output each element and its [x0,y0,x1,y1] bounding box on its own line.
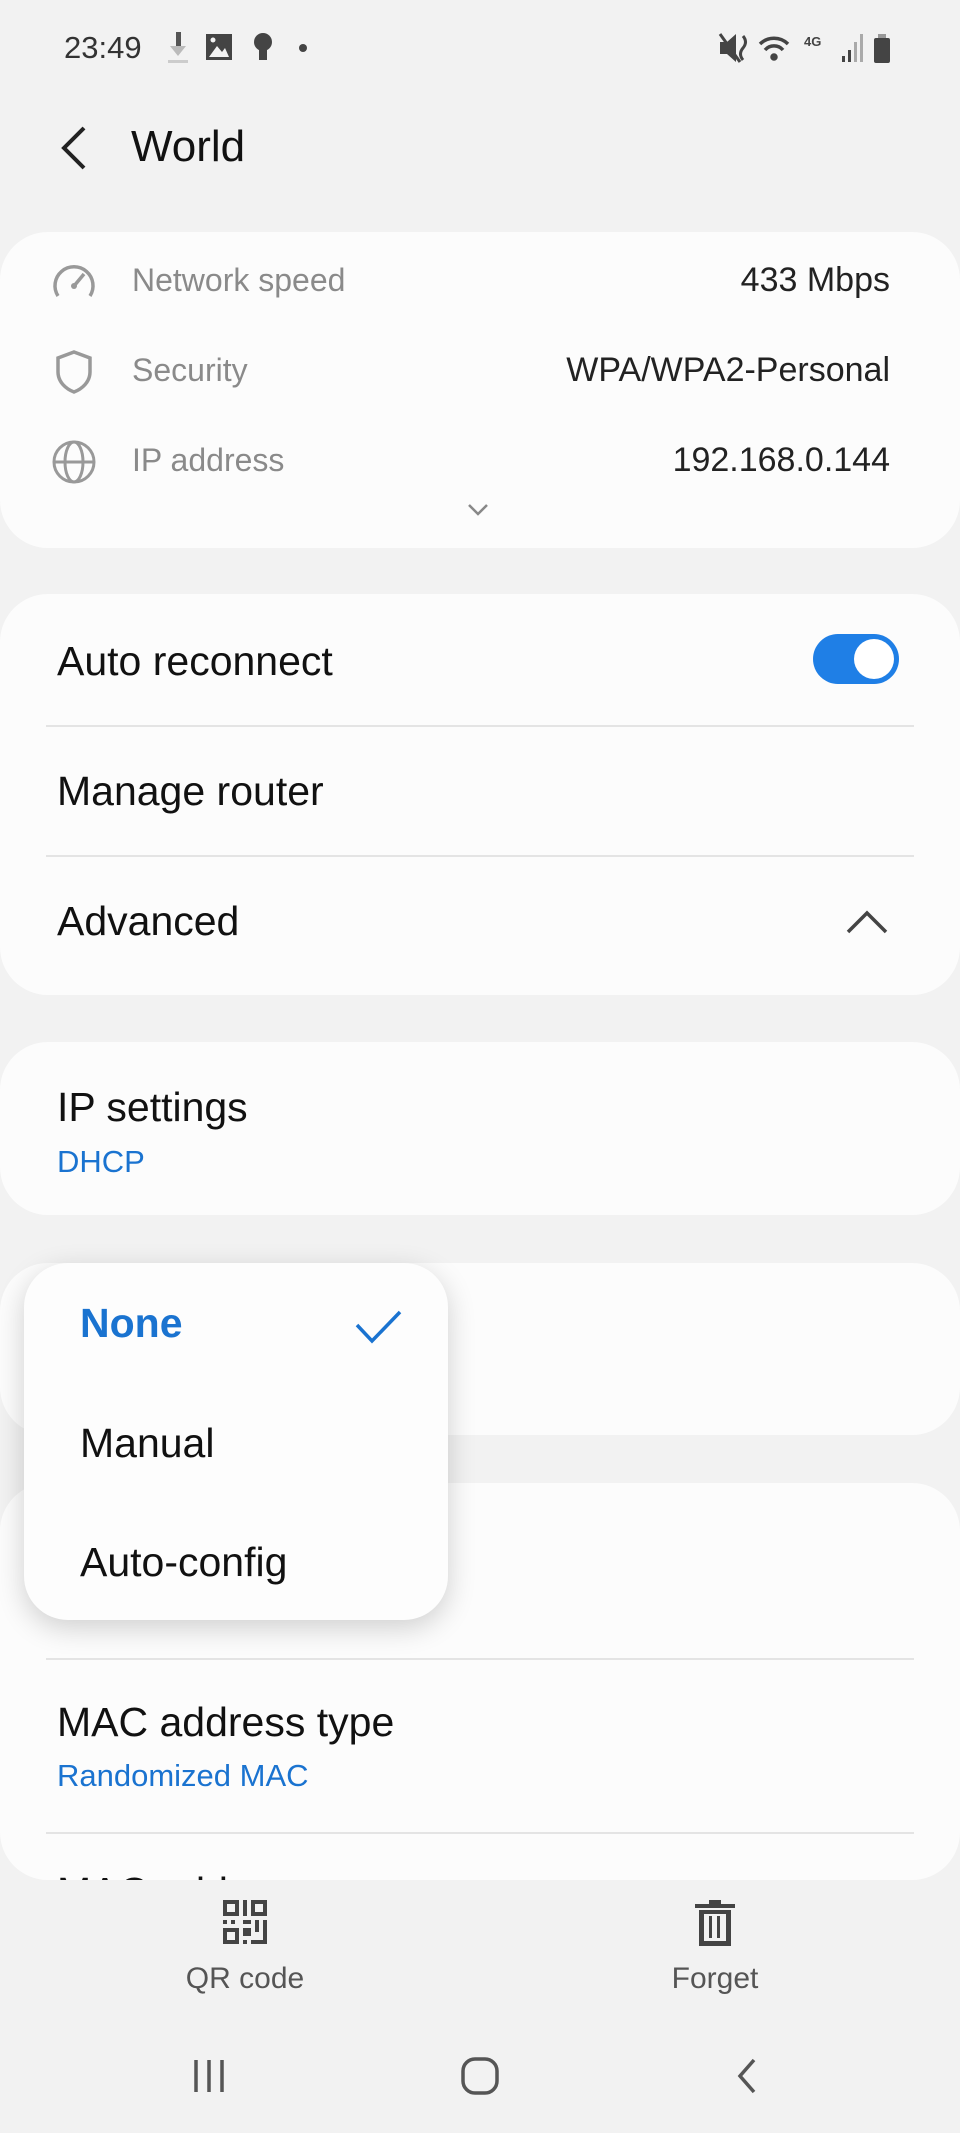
ip-address-value: 192.168.0.144 [672,441,890,479]
recents-button[interactable] [190,2056,230,2096]
network-speed-label: Network speed [132,262,346,298]
clock: 23:49 [64,30,142,65]
advanced-item[interactable]: Advanced [57,898,239,945]
ip-settings-card[interactable]: IP settings DHCP [0,1042,960,1215]
network-info-card: Network speed 433 Mbps Security WPA/WPA2… [0,232,960,548]
network-speed-value: 433 Mbps [740,261,890,299]
wifi-icon [758,36,790,61]
download-icon [168,32,188,63]
chevron-up-icon[interactable] [844,906,890,936]
security-value: WPA/WPA2-Personal [566,351,890,389]
divider [46,725,914,727]
security-label: Security [132,352,248,388]
mute-icon [718,33,747,63]
home-button[interactable] [458,2054,502,2098]
back-nav-button[interactable] [732,2056,762,2096]
battery-icon [874,34,890,63]
globe-icon [52,440,96,484]
expand-chevron-icon[interactable] [466,502,490,518]
ip-address-label: IP address [132,442,285,478]
settings-card: Auto reconnect Manage router Advanced [0,594,960,995]
trash-icon [695,1900,735,1946]
qr-code-button[interactable]: QR code [150,1900,340,1996]
back-button[interactable] [56,124,90,172]
mac-address-type-label[interactable]: MAC address type [57,1699,394,1746]
ip-settings-label: IP settings [57,1084,248,1130]
forget-label: Forget [671,1962,759,1995]
option-auto-config[interactable]: Auto-config [80,1539,287,1586]
page-title: World [131,122,246,171]
qr-code-icon [223,1900,267,1944]
auto-reconnect-label[interactable]: Auto reconnect [57,638,333,685]
option-manual[interactable]: Manual [80,1420,214,1467]
qr-code-label: QR code [185,1962,305,1995]
mac-address-label[interactable]: MAC address [57,1869,305,1880]
proxy-dropdown-menu: None Manual Auto-config [24,1263,448,1620]
mac-address-type-value: Randomized MAC [57,1758,309,1793]
forget-button[interactable]: Forget [620,1900,810,1996]
system-icons: 4G [718,33,890,63]
notification-icons [168,32,307,63]
image-icon [206,34,232,60]
divider [46,1658,914,1660]
status-bar: 23:49 4G [0,28,960,68]
signal-icon [842,34,863,62]
dot-icon [299,44,307,52]
shield-icon [56,350,92,394]
divider [46,1832,914,1834]
check-icon [355,1310,402,1344]
option-none[interactable]: None [80,1300,183,1347]
speed-icon [53,265,95,297]
ip-settings-value: DHCP [57,1144,145,1179]
svg-text:4G: 4G [804,34,821,49]
divider [46,855,914,857]
manage-router-item[interactable]: Manage router [57,768,324,815]
bulb-icon [254,33,272,60]
auto-reconnect-toggle[interactable] [813,634,899,684]
